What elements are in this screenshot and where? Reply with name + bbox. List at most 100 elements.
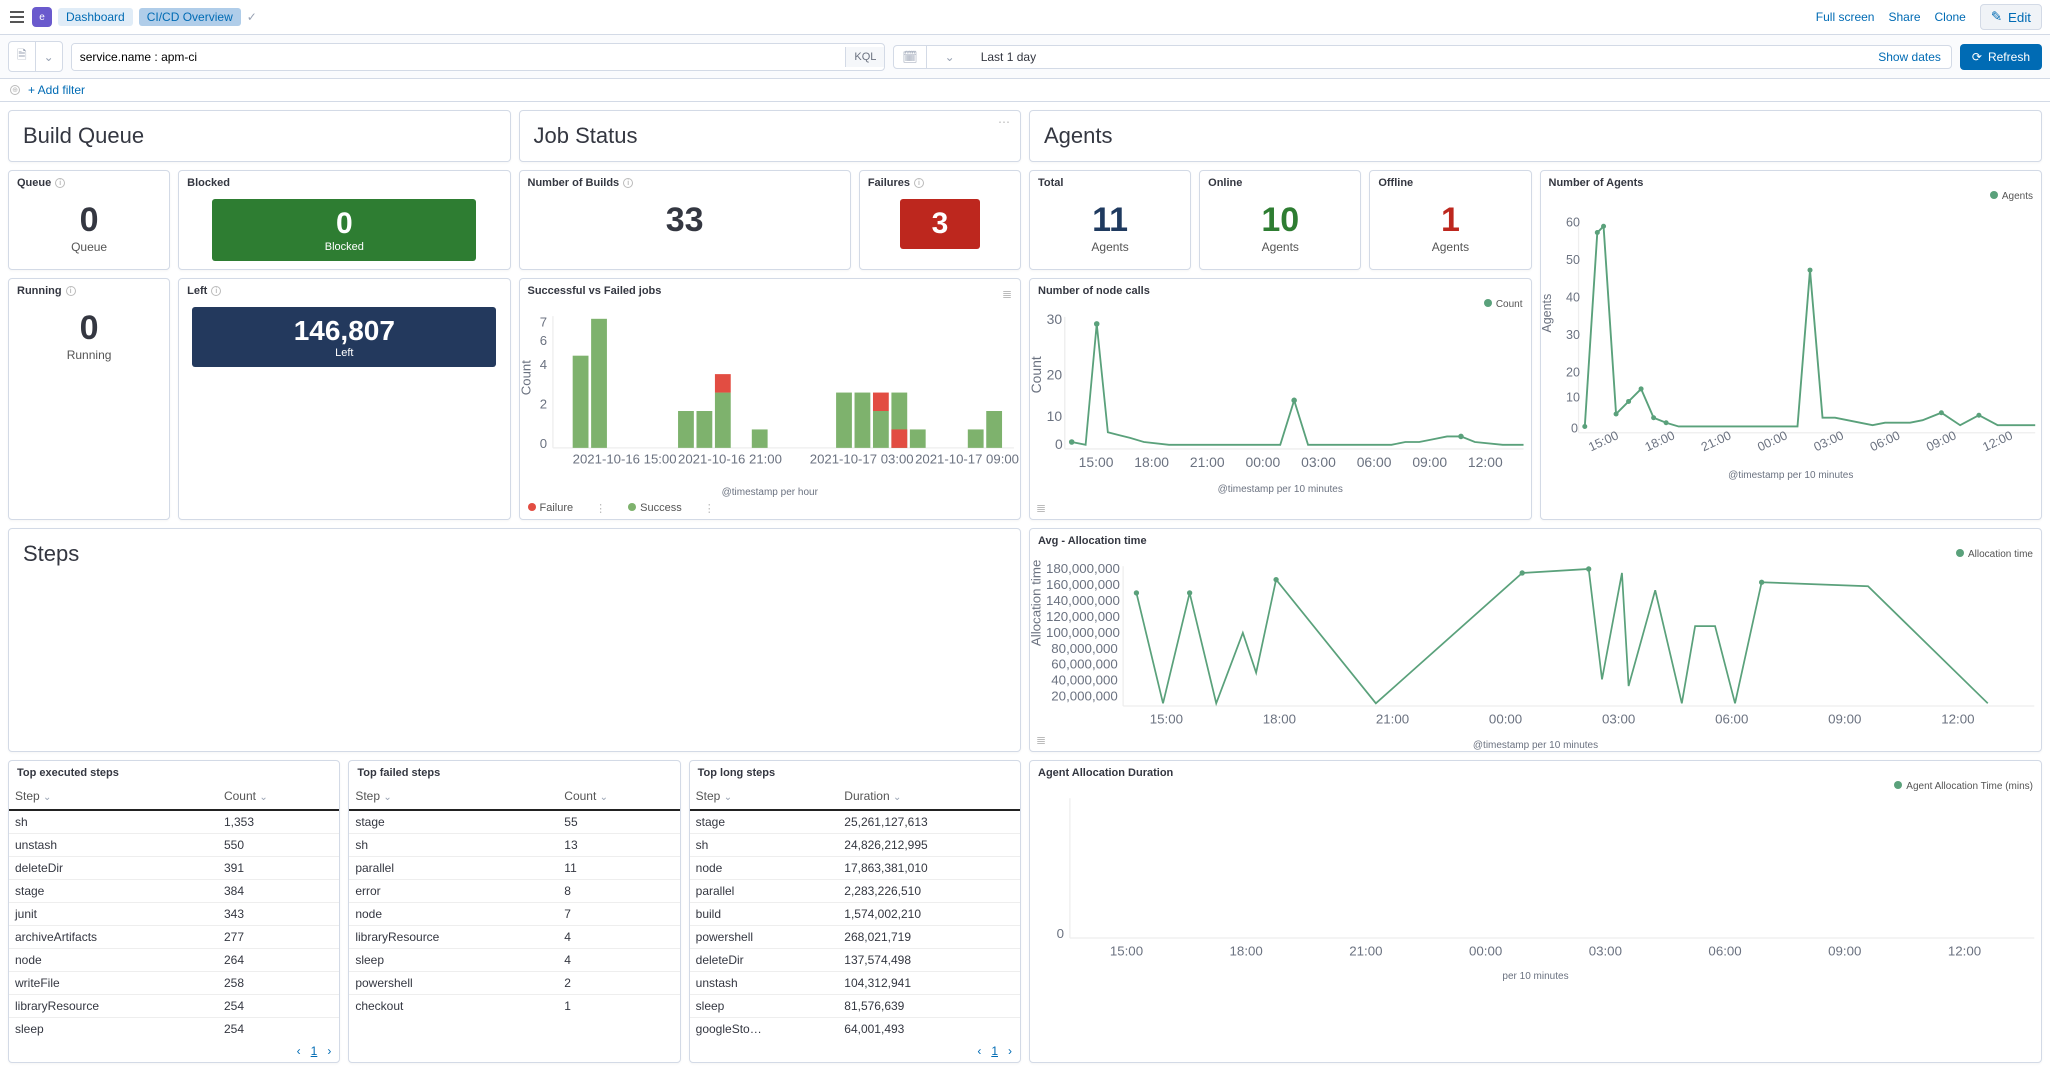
avatar[interactable]: e [32, 7, 52, 27]
table-row: unstash104,312,941 [690, 971, 1020, 994]
page-prev[interactable]: ‹ [297, 1044, 301, 1058]
svg-text:09:00: 09:00 [1412, 454, 1447, 470]
show-dates-link[interactable]: Show dates [1878, 50, 1951, 64]
svg-text:Count: Count [1030, 356, 1044, 393]
sort-icon[interactable]: ⌄ [724, 792, 732, 803]
svg-text:15:00: 15:00 [1110, 943, 1143, 958]
svg-text:180,000,000: 180,000,000 [1046, 561, 1120, 576]
info-icon[interactable]: i [55, 178, 65, 188]
svg-text:30: 30 [1566, 328, 1580, 342]
sort-icon[interactable]: ⌄ [259, 792, 267, 803]
sort-icon[interactable]: ⌄ [893, 792, 901, 803]
add-filter-link[interactable]: + Add filter [28, 83, 85, 97]
table-row: node17,863,381,010 [690, 856, 1020, 879]
page-next[interactable]: › [327, 1044, 331, 1058]
metric-agents-total: Total 11Agents [1029, 170, 1191, 270]
svg-text:03:00: 03:00 [1301, 454, 1336, 470]
svg-text:50: 50 [1566, 253, 1580, 267]
fullscreen-link[interactable]: Full screen [1816, 10, 1875, 24]
chart-legend-icon[interactable]: ≣ [1036, 733, 1046, 747]
table-row: sh24,826,212,995 [690, 833, 1020, 856]
time-range-label: Last 1 day [973, 46, 1868, 68]
svg-text:100,000,000: 100,000,000 [1046, 625, 1120, 640]
refresh-button[interactable]: ⟳ Refresh [1960, 44, 2042, 70]
edit-button[interactable]: ✎ Edit [1980, 4, 2042, 30]
svg-text:2021-10-16 21:00: 2021-10-16 21:00 [678, 452, 782, 467]
svg-text:0: 0 [1057, 926, 1064, 941]
svg-text:0: 0 [1571, 422, 1578, 436]
svg-text:21:00: 21:00 [1376, 712, 1409, 727]
svg-text:40,000,000: 40,000,000 [1051, 673, 1118, 688]
chart-legend-icon[interactable]: ≣ [1036, 501, 1046, 515]
table-row: sh13 [349, 833, 679, 856]
table-top-long: Top long steps Step ⌄Duration ⌄ stage25,… [689, 760, 1021, 1063]
svg-text:15:00: 15:00 [1150, 712, 1183, 727]
breadcrumb-cicd[interactable]: CI/CD Overview [139, 8, 241, 26]
filter-bar: ⊕ + Add filter [0, 79, 2050, 102]
svg-text:10: 10 [1047, 408, 1063, 424]
share-link[interactable]: Share [1888, 10, 1920, 24]
table-row: deleteDir137,574,498 [690, 948, 1020, 971]
panel-title: Build Queue [9, 111, 510, 161]
legend-menu-icon[interactable]: ⋮ [698, 502, 721, 515]
svg-text:7: 7 [539, 315, 546, 330]
kql-badge[interactable]: KQL [845, 47, 884, 67]
svg-text:2021-10-17 09:00: 2021-10-17 09:00 [915, 452, 1019, 467]
search-datasrc[interactable]: 🗎 ⌄ [8, 41, 63, 72]
menu-icon[interactable] [8, 8, 26, 26]
svg-text:2: 2 [539, 396, 546, 411]
svg-text:09:00: 09:00 [1828, 943, 1861, 958]
svg-text:4: 4 [539, 357, 546, 372]
svg-text:40: 40 [1566, 290, 1580, 304]
table-row: node264 [9, 948, 339, 971]
table-row: libraryResource254 [9, 994, 339, 1017]
index-icon: 🗎 [9, 42, 36, 71]
table-row: unstash550 [9, 833, 339, 856]
breadcrumb-dashboard[interactable]: Dashboard [58, 8, 133, 26]
svg-text:00:00: 00:00 [1469, 943, 1502, 958]
sort-icon[interactable]: ⌄ [43, 792, 51, 803]
sort-icon[interactable]: ⌄ [600, 792, 608, 803]
sort-icon[interactable]: ⌄ [383, 792, 391, 803]
chevron-down-icon: ⌄ [937, 46, 963, 68]
panel-title: Agents [1030, 111, 2041, 161]
chart-legend-icon[interactable]: ≣ [1002, 287, 1012, 301]
search-input[interactable] [72, 44, 846, 70]
svg-text:Allocation time: Allocation time [1030, 560, 1044, 646]
metric-agents-online: Online 10Agents [1199, 170, 1361, 270]
panel-job-status: ⋯ Job Status [519, 110, 1022, 162]
info-icon[interactable]: i [66, 286, 76, 296]
svg-text:2021-10-17 03:00: 2021-10-17 03:00 [809, 452, 913, 467]
chart-node-calls: Number of node calls Count Count 3020100… [1029, 278, 1532, 520]
date-picker[interactable]: 🗓 ⌄ Last 1 day Show dates [893, 45, 1952, 69]
info-icon[interactable]: i [914, 178, 924, 188]
panel-options-icon[interactable]: ⋯ [992, 115, 1016, 129]
svg-text:0: 0 [1055, 436, 1063, 452]
info-icon[interactable]: i [623, 178, 633, 188]
metric-running: Runningi 0Running [8, 278, 170, 520]
legend-menu-icon[interactable]: ⋮ [589, 502, 612, 515]
table-row: sh1,353 [9, 810, 339, 834]
svg-text:21:00: 21:00 [1349, 943, 1382, 958]
clone-link[interactable]: Clone [1935, 10, 1966, 24]
svg-text:21:00: 21:00 [1190, 454, 1225, 470]
table-row: powershell268,021,719 [690, 925, 1020, 948]
page-prev[interactable]: ‹ [977, 1044, 981, 1058]
info-icon[interactable]: i [211, 286, 221, 296]
page-next[interactable]: › [1008, 1044, 1012, 1058]
svg-text:12:00: 12:00 [1468, 454, 1503, 470]
chart-legend: Failure ⋮ Success ⋮ [520, 498, 1021, 519]
table-row: writeFile258 [9, 971, 339, 994]
svg-text:18:00: 18:00 [1134, 454, 1169, 470]
svg-text:6: 6 [539, 333, 546, 348]
page-number[interactable]: 1 [991, 1044, 998, 1058]
svg-text:160,000,000: 160,000,000 [1046, 577, 1120, 592]
filter-menu-icon[interactable]: ⊕ [10, 85, 20, 95]
svg-text:12:00: 12:00 [1948, 943, 1981, 958]
svg-text:06:00: 06:00 [1357, 454, 1392, 470]
chart-agent-alloc-duration: Agent Allocation Duration Agent Allocati… [1029, 760, 2042, 1063]
chevron-down-icon: ⌄ [36, 46, 62, 68]
table-row: error8 [349, 879, 679, 902]
chart-svg: 0 15:0018:0021:0000:0003:0006:0009:0012:… [1030, 785, 2041, 971]
page-number[interactable]: 1 [311, 1044, 318, 1058]
